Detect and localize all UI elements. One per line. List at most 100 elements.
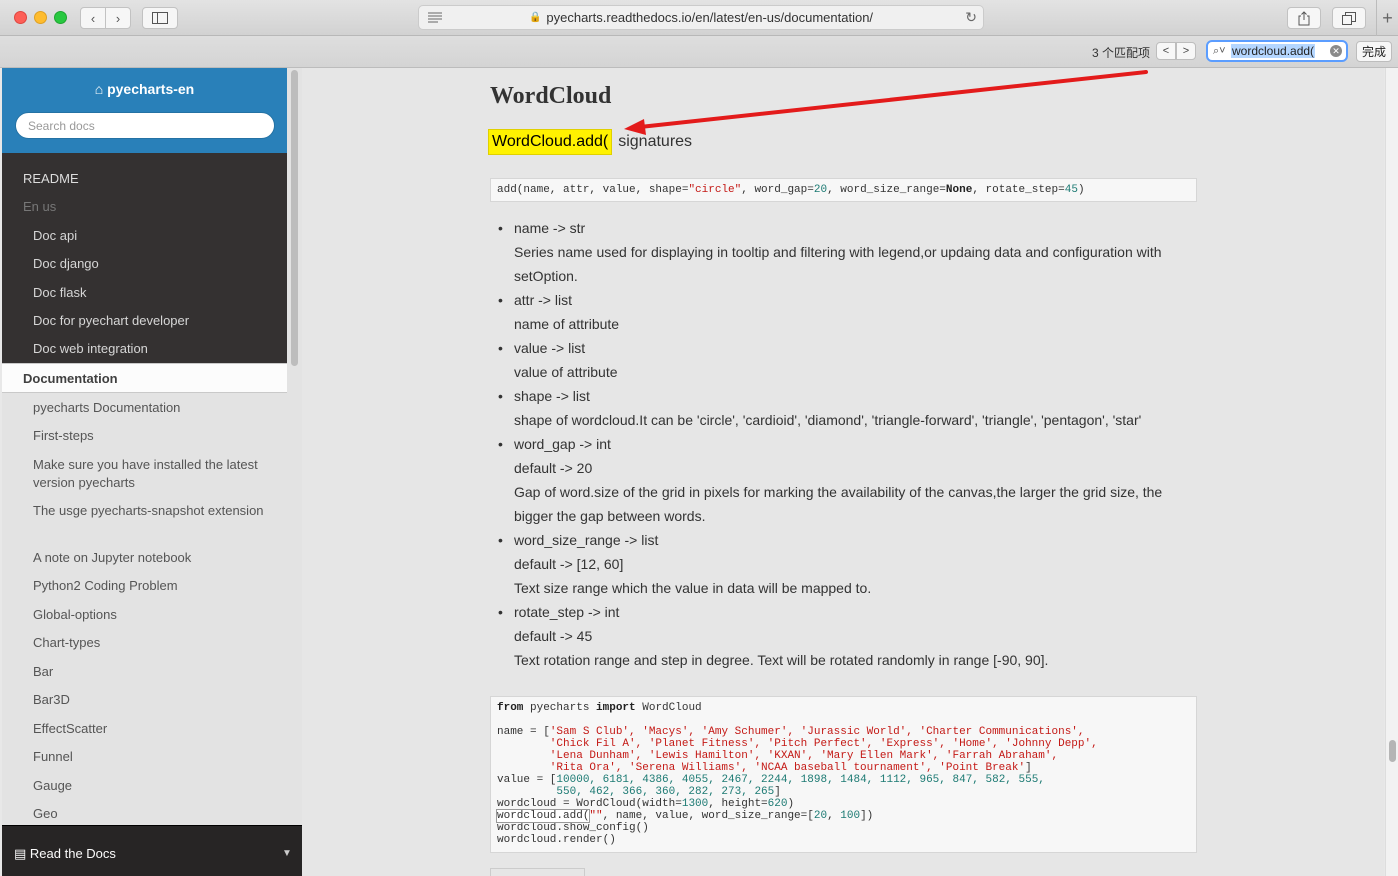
param-desc: default -> [12, 60] xyxy=(514,556,624,572)
sidebar-sub-python2[interactable]: Python2 Coding Problem xyxy=(33,577,268,595)
signature-heading-rest: signatures xyxy=(618,133,693,150)
sig-part: None xyxy=(945,184,973,196)
brand-link[interactable]: ⌂ pyecharts-en xyxy=(2,81,287,97)
url-text: pyecharts.readthedocs.io/en/latest/en-us… xyxy=(546,10,874,25)
bullet: • xyxy=(498,532,503,548)
code-token: ]) xyxy=(860,810,874,822)
code-line: wordcloud.show_config() xyxy=(497,822,1190,834)
find-done-button[interactable]: 完成 xyxy=(1356,41,1392,62)
find-highlight: WordCloud.add( xyxy=(488,129,613,155)
code-line: wordcloud = WordCloud(width=1300, height… xyxy=(497,798,1190,810)
zoom-window-button[interactable] xyxy=(54,11,67,24)
page-scrollbar-thumb[interactable] xyxy=(1389,740,1396,762)
sidebar-item-documentation[interactable]: Documentation xyxy=(2,363,287,393)
code-token: 20 xyxy=(813,810,828,822)
search-docs-input[interactable]: Search docs xyxy=(15,112,275,139)
close-window-button[interactable] xyxy=(14,11,27,24)
sidebar-scrollbar[interactable] xyxy=(291,70,298,366)
sidebar-item-readme[interactable]: README xyxy=(23,171,273,186)
code-token: ] xyxy=(1025,762,1032,774)
reload-icon[interactable]: ↻ xyxy=(965,9,977,26)
bullet: • xyxy=(498,220,503,236)
forward-button[interactable]: › xyxy=(105,7,131,29)
code-token: from xyxy=(497,702,524,714)
code-token: WordCloud xyxy=(635,702,702,714)
code-token: pyecharts xyxy=(523,702,597,714)
sidebar-sub-chart-types[interactable]: Chart-types xyxy=(33,634,268,652)
param-desc: Text size range which the value in data … xyxy=(514,580,872,596)
reader-view-icon[interactable] xyxy=(427,11,443,24)
sidebar-item-doc-flask[interactable]: Doc flask xyxy=(33,285,273,300)
code-token: 'Chick Fil A', 'Planet Fitness', 'Pitch … xyxy=(497,738,1098,750)
brand-text: pyecharts-en xyxy=(107,81,195,97)
sidebar-sub-first-steps[interactable]: First-steps xyxy=(33,427,268,445)
code-line: from pyecharts import WordCloud xyxy=(497,702,1190,714)
find-query: wordcloud.add( xyxy=(1231,44,1316,58)
new-tab-button[interactable]: + xyxy=(1376,0,1398,36)
code-token: , height= xyxy=(708,798,768,810)
sidebar-sub-install-latest[interactable]: Make sure you have installed the latest … xyxy=(33,456,268,492)
param-head: rotate_step -> int xyxy=(514,604,620,620)
sidebar-sub-snapshot[interactable]: The usge pyecharts-snapshot extension xyxy=(33,502,268,520)
sig-part: add(name, attr, value, shape= xyxy=(497,184,689,196)
share-button[interactable] xyxy=(1287,7,1321,29)
address-bar[interactable]: 🔒 pyecharts.readthedocs.io/en/latest/en-… xyxy=(418,5,984,30)
sidebar-item-doc-developer[interactable]: Doc for pyechart developer xyxy=(33,313,273,328)
find-next-button[interactable]: > xyxy=(1176,42,1196,60)
param-head: value -> list xyxy=(514,340,586,356)
list-item: • value -> list value of attribute xyxy=(498,336,1198,384)
code-line: 'Rita Ora', 'Serena Williams', 'NCAA bas… xyxy=(497,762,1190,774)
list-item: • name -> str Series name used for display… xyxy=(498,216,1198,288)
read-the-docs-flyout[interactable]: ▤ Read the Docs ▼ xyxy=(2,825,302,876)
code-token: wordcloud.render() xyxy=(497,834,616,846)
sidebar-sub-bar3d[interactable]: Bar3D xyxy=(33,691,268,709)
clear-icon[interactable]: ✕ xyxy=(1330,45,1342,57)
signature-heading: WordCloud.add( signatures xyxy=(488,129,692,155)
param-head: word_gap -> int xyxy=(514,436,611,452)
param-desc: shape of wordcloud.It can be 'circle', '… xyxy=(514,412,1142,428)
sidebar-sub-global-options[interactable]: Global-options xyxy=(33,606,268,624)
sig-part: "circle" xyxy=(688,184,742,196)
next-block-edge xyxy=(490,868,585,876)
tab-overview-button[interactable] xyxy=(1332,7,1366,29)
sidebar-item-doc-django[interactable]: Doc django xyxy=(33,256,273,271)
sidebar-item-en-us[interactable]: En us xyxy=(23,199,273,214)
list-item: • word_gap -> int default -> 20 Gap of word… xyxy=(498,432,1198,528)
search-icon: ⌕˅ xyxy=(1213,44,1226,57)
sidebar-sub-bar[interactable]: Bar xyxy=(33,663,268,681)
page-scrollbar[interactable] xyxy=(1385,68,1398,876)
chevron-right-icon: > xyxy=(1182,45,1190,57)
param-desc: default -> 45 xyxy=(514,628,593,644)
home-icon: ⌂ xyxy=(94,81,108,97)
code-token: 10000, 6181, 4386, 4055, 2467, 2244, 189… xyxy=(556,774,1045,786)
sidebar-toggle-button[interactable] xyxy=(142,7,178,29)
param-head: name -> str xyxy=(514,220,586,236)
browser-toolbar: ‹ › 🔒 pyecharts.readthedocs.io/en/latest… xyxy=(0,0,1398,36)
read-the-docs-label: Read the Docs xyxy=(29,846,116,861)
sidebar-sub-funnel[interactable]: Funnel xyxy=(33,748,268,766)
code-token: import xyxy=(596,702,636,714)
sidebar-sub-gauge[interactable]: Gauge xyxy=(33,777,268,795)
tabs-icon xyxy=(1342,11,1356,25)
code-token: 620 xyxy=(767,798,788,810)
sig-part: , word_size_range= xyxy=(827,184,946,196)
sidebar-sub-pyecharts-documentation[interactable]: pyecharts Documentation xyxy=(33,399,268,417)
bullet: • xyxy=(498,292,503,308)
code-token: wordcloud = WordCloud(width= xyxy=(497,798,682,810)
param-desc: Text rotation range and step in degree. … xyxy=(514,652,1049,668)
sidebar-sub-jupyter[interactable]: A note on Jupyter notebook xyxy=(33,549,268,567)
sidebar-icon xyxy=(152,12,168,24)
back-button[interactable]: ‹ xyxy=(80,7,106,29)
minimize-window-button[interactable] xyxy=(34,11,47,24)
find-previous-button[interactable]: < xyxy=(1156,42,1176,60)
find-input[interactable]: ⌕˅ wordcloud.add( ✕ xyxy=(1206,40,1348,62)
sig-part: , word_gap= xyxy=(741,184,814,196)
bullet: • xyxy=(498,340,503,356)
code-token: wordcloud.show_config() xyxy=(497,822,649,834)
sidebar-item-doc-api[interactable]: Doc api xyxy=(33,228,273,243)
sidebar-item-doc-web-integration[interactable]: Doc web integration xyxy=(33,341,273,356)
sidebar-sub-geo[interactable]: Geo xyxy=(33,805,268,823)
sidebar-sub-effectscatter[interactable]: EffectScatter xyxy=(33,720,268,738)
code-token: 1300 xyxy=(681,798,709,810)
code-line: value = [10000, 6181, 4386, 4055, 2467, … xyxy=(497,774,1190,786)
